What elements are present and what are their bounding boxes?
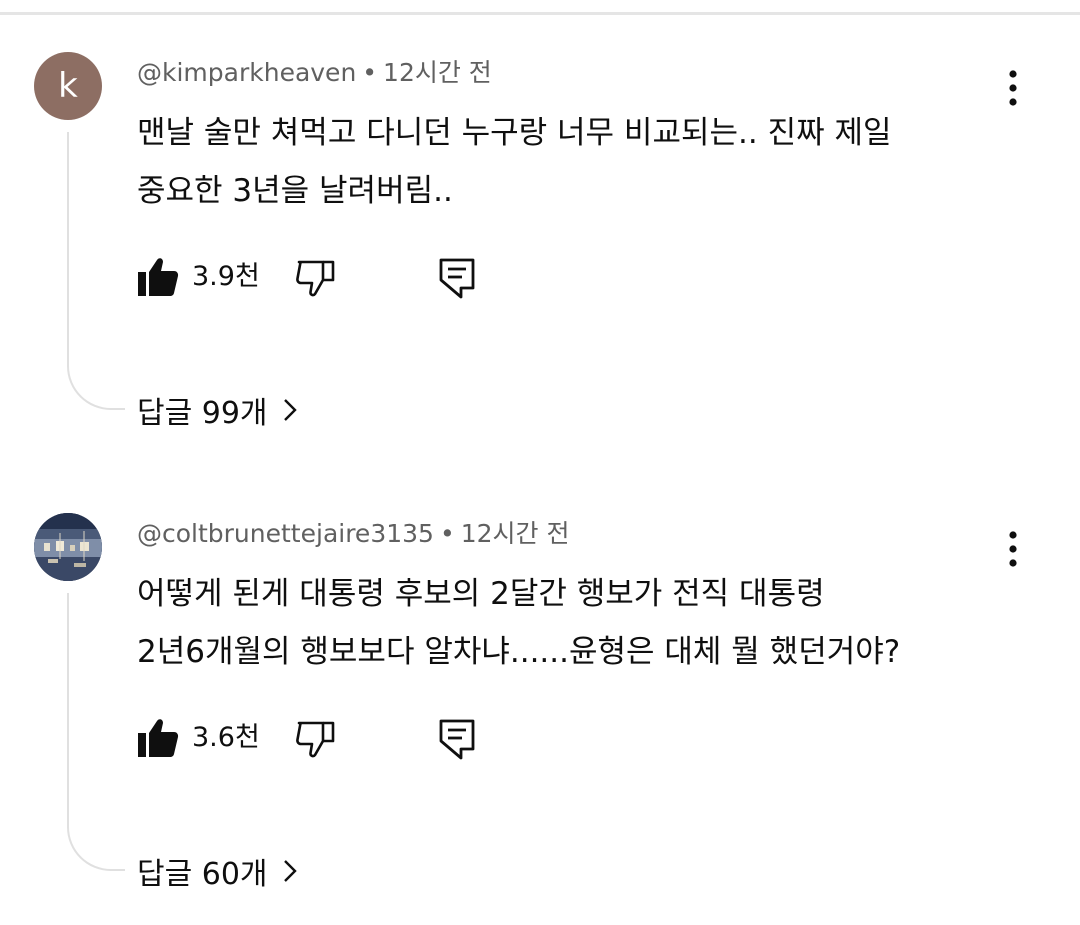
top-divider: [0, 12, 1080, 15]
dislike-button[interactable]: [295, 256, 337, 298]
more-vertical-icon[interactable]: [998, 66, 1028, 110]
comment-meta: @coltbrunettejaire3135 • 12시간 전: [137, 517, 569, 551]
reply-button[interactable]: [437, 256, 479, 300]
comment-text-line: 맨날 술만 쳐먹고 다니던 누구랑 너무 비교되는.. 진짜 제일: [137, 115, 892, 151]
thumbs-up-filled-icon: [138, 719, 179, 757]
comment-time: 12시간 전: [460, 519, 570, 548]
harbor-photo-icon: [34, 513, 102, 581]
meta-separator: •: [362, 58, 378, 87]
thumbs-down-outline-icon: [296, 721, 335, 758]
avatar[interactable]: k: [34, 52, 102, 120]
like-button[interactable]: [137, 256, 179, 298]
comment-text: 맨날 술만 쳐먹고 다니던 누구랑 너무 비교되는.. 진짜 제일 중요한 3년…: [137, 104, 957, 220]
chevron-right-icon: [282, 856, 298, 896]
comment-text: 어떻게 된게 대통령 후보의 2달간 행보가 전직 대통령 2년6개월의 행보보…: [137, 565, 957, 681]
comment-text-line: 2년6개월의 행보보다 알차냐......윤형은 대체 뭘 했던거야?: [137, 634, 901, 670]
author-name[interactable]: @coltbrunettejaire3135: [137, 519, 434, 548]
thumbs-up-filled-icon: [138, 258, 179, 296]
like-button[interactable]: [137, 717, 179, 759]
meta-separator: •: [439, 519, 455, 548]
comment-text-line: 어떻게 된게 대통령 후보의 2달간 행보가 전직 대통령: [137, 576, 825, 612]
comment-reply-icon: [439, 719, 475, 760]
thread-line: [67, 132, 125, 410]
comment-actions: 3.9천: [137, 256, 537, 300]
more-vertical-icon[interactable]: [998, 527, 1028, 571]
thread-line: [67, 593, 125, 871]
chevron-right-icon: [282, 395, 298, 435]
like-count: 3.9천: [192, 261, 260, 292]
comment-thread: @coltbrunettejaire3135 • 12시간 전 어떻게 된게 대통령…: [0, 513, 1080, 903]
like-count: 3.6천: [192, 722, 260, 753]
reply-button[interactable]: [437, 717, 479, 761]
comment-text-line: 중요한 3년을 날려버림..: [137, 173, 453, 209]
author-name[interactable]: @kimparkheaven: [137, 58, 356, 87]
comment-thread: k @kimparkheaven • 12시간 전 맨날 술만 쳐먹고 다니던 누구…: [0, 52, 1080, 432]
replies-label: 답글 60개: [137, 857, 268, 892]
replies-label: 답글 99개: [137, 396, 268, 431]
dislike-button[interactable]: [295, 717, 337, 759]
comment-actions: 3.6천: [137, 717, 537, 761]
thumbs-down-outline-icon: [296, 260, 335, 297]
comment-meta: @kimparkheaven • 12시간 전: [137, 56, 492, 90]
avatar[interactable]: [34, 513, 102, 581]
view-replies-button[interactable]: 답글 99개: [137, 394, 298, 435]
comment-time: 12시간 전: [383, 58, 492, 87]
comment-reply-icon: [439, 258, 475, 299]
view-replies-button[interactable]: 답글 60개: [137, 855, 298, 896]
